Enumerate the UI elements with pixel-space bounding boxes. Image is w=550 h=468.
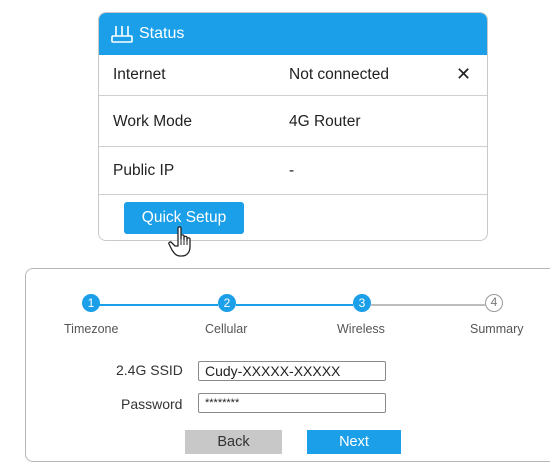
status-row-public-ip: Public IP - — [99, 147, 487, 195]
ssid-label: 2.4G SSID — [116, 362, 183, 378]
work-mode-label: Work Mode — [113, 113, 192, 130]
back-button[interactable]: Back — [185, 430, 282, 454]
public-ip-value: - — [289, 162, 295, 179]
hand-pointer-icon — [168, 226, 191, 257]
ssid-input[interactable] — [198, 361, 386, 381]
status-title: Status — [139, 25, 185, 42]
status-row-work-mode: Work Mode 4G Router — [99, 96, 487, 147]
step-connector-2-3 — [236, 304, 353, 306]
step-2-label: Cellular — [205, 322, 248, 336]
password-label: Password — [121, 396, 183, 412]
status-header: Status — [99, 13, 487, 55]
next-button[interactable]: Next — [307, 430, 401, 454]
password-input[interactable] — [198, 393, 386, 413]
internet-label: Internet — [113, 66, 166, 83]
step-2-circle: 2 — [218, 294, 236, 312]
step-3-circle: 3 — [353, 294, 371, 312]
step-1-circle: 1 — [82, 294, 100, 312]
internet-value: Not connected — [289, 66, 389, 83]
work-mode-value: 4G Router — [289, 113, 361, 130]
step-4-circle: 4 — [485, 294, 503, 312]
public-ip-label: Public IP — [113, 162, 175, 179]
step-4-label: Summary — [470, 322, 524, 336]
router-icon — [111, 26, 133, 43]
status-card: Status Internet Not connected ✕ Work Mod… — [98, 12, 488, 241]
step-3-label: Wireless — [337, 322, 385, 336]
status-row-internet: Internet Not connected ✕ — [99, 55, 487, 96]
step-connector-1-2 — [98, 304, 218, 306]
step-connector-3-4 — [371, 304, 485, 306]
close-icon: ✕ — [456, 64, 472, 84]
step-1-label: Timezone — [64, 322, 119, 336]
